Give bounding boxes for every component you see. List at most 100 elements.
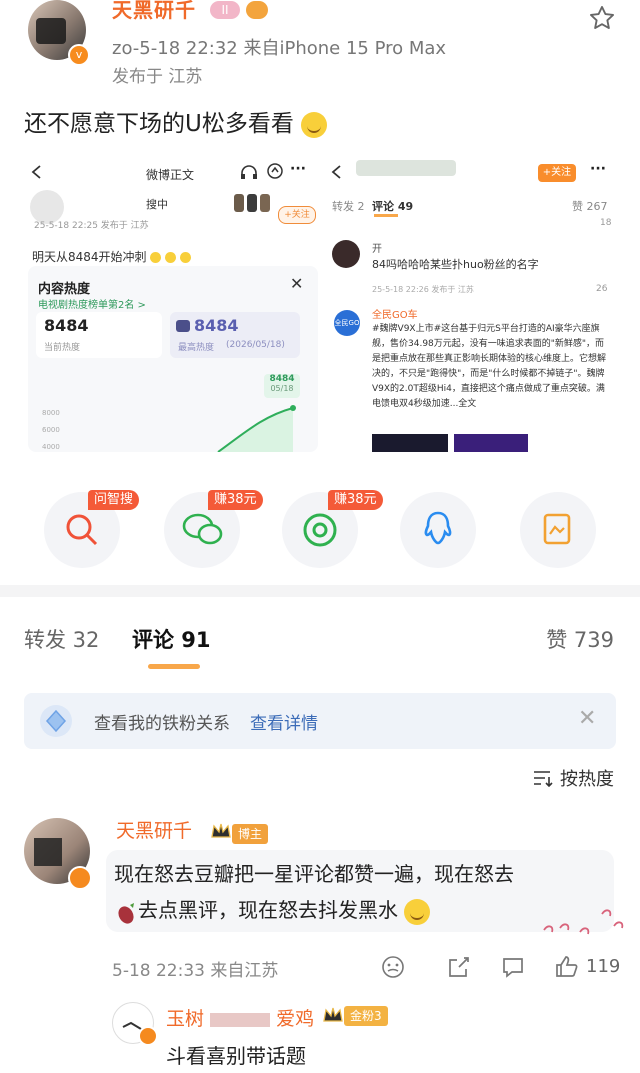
- headphones-icon: [241, 165, 257, 179]
- reply-author-blurred: [210, 1012, 271, 1027]
- current-heat-value: 8484: [44, 316, 89, 335]
- verified-badge-icon: v: [68, 44, 90, 66]
- comment-text-line1: 现在怒去豆瓣把一星评论都赞一遍，现在怒去: [114, 862, 514, 886]
- back-arrow-icon: [31, 165, 41, 179]
- comment1-text: 84吗哈哈哈某些扑huo粉丝的名字: [372, 258, 539, 271]
- heat-trend-chart: [217, 405, 296, 452]
- sort-label: 按热度: [560, 769, 614, 790]
- crown-icon: [211, 823, 231, 838]
- y-tick: 4000: [42, 443, 60, 451]
- heat-trend-area: [218, 408, 293, 452]
- embedded-image-right[interactable]: +关注 ··· 转发 2 评论 49 赞 267 18 开 84吗哈哈哈某些扑h…: [326, 156, 616, 452]
- chart-tooltip-value: 8484: [269, 374, 295, 384]
- qq-share-button[interactable]: [400, 492, 476, 568]
- more-icon: ···: [590, 161, 606, 177]
- qq-icon: [424, 511, 452, 545]
- repost-tab: 转发 2: [332, 200, 365, 213]
- left-post-body-text: 明天从8484开始冲刺: [32, 250, 147, 264]
- peak-heat-box: 8484 最高热度 (2026/05/18): [170, 312, 300, 358]
- likes-count: 赞 267: [572, 200, 608, 213]
- post-text-content: 还不愿意下场的U松多看看: [24, 111, 294, 137]
- comment-text-line2: 去点黑评，现在怒去抖发黑水: [138, 898, 398, 922]
- share-icon[interactable]: [446, 954, 472, 980]
- hearts-sticker-icon: [543, 909, 624, 935]
- left-post-body: 明天从8484开始冲刺: [32, 248, 192, 265]
- fan-level-badge: 金粉3: [344, 1006, 388, 1026]
- wechat-tag: 赚38元: [208, 490, 263, 510]
- account-line: 搜中: [146, 198, 168, 211]
- embedded-image-left[interactable]: 微博正文 ··· 搜中 +关注 25-5-18 22:25 发布于 江苏 明天从…: [28, 156, 318, 452]
- reply-author-head: 玉树: [166, 1008, 205, 1030]
- emoji-react-icon[interactable]: [380, 954, 406, 980]
- comment1-name: 开: [372, 244, 382, 255]
- back-arrow-icon: [331, 165, 341, 179]
- peak-heat-date: (2026/05/18): [226, 340, 285, 350]
- account-meta: 25-5-18 22:25 发布于 江苏: [34, 221, 149, 231]
- comment1-meta: 25-5-18 22:26 发布于 江苏: [372, 285, 474, 294]
- fan-badge-icon: [246, 1, 268, 19]
- like-icon[interactable]: [554, 954, 580, 980]
- favorite-star-icon[interactable]: [588, 4, 616, 32]
- smile-emoji-icon: [301, 111, 328, 138]
- comment-tab: 评论 49: [372, 200, 414, 213]
- comment1-avatar: [332, 240, 360, 268]
- nav-title: 微博正文: [146, 168, 195, 182]
- peak-heat-label: 最高热度: [178, 343, 215, 353]
- chart-tooltip-date: 05/18: [270, 384, 294, 393]
- comment2-avatar: 全民GO车: [334, 310, 360, 353]
- author-name[interactable]: 天黑研千: [112, 0, 196, 23]
- current-heat-box: 8484 当前热度: [36, 312, 162, 358]
- close-icon[interactable]: ✕: [578, 706, 596, 731]
- emoji-icon: [180, 252, 192, 263]
- comment1-likes: 26: [596, 284, 608, 294]
- comment-author[interactable]: 天黑研千: [116, 816, 192, 843]
- smile-emoji-icon: [404, 898, 431, 925]
- wenzhisou-tag: 问智搜: [88, 490, 140, 510]
- tab-underline: [374, 214, 398, 217]
- sweet-potato-emoji-icon: [114, 900, 138, 924]
- reply-text: 斗看喜别带话题: [166, 1044, 306, 1068]
- post-text: 还不愿意下场的U松多看看: [24, 104, 328, 138]
- heat-title: 内容热度: [38, 282, 91, 297]
- comment2-image: [454, 434, 528, 452]
- reply-author-tail: 爱鸡: [276, 1008, 315, 1030]
- iron-fans-bar[interactable]: 查看我的铁粉关系 查看详情 ✕: [24, 693, 616, 749]
- diamond-badge-icon: [40, 705, 72, 737]
- comment2-text: #魏牌V9X上市#这台基于归元S平台打造的AI豪华六座旗舰，售价34.98万元起…: [372, 324, 607, 409]
- comment-text: 现在怒去豆瓣把一星评论都赞一遍，现在怒去 去点黑评，现在怒去抖发黑水: [114, 856, 604, 928]
- heat-trend-point: [290, 405, 296, 411]
- tab-like[interactable]: 赞 739: [546, 624, 614, 654]
- moments-tag: 赚38元: [328, 490, 383, 510]
- user-badges: II: [210, 0, 268, 20]
- section-divider: [0, 585, 640, 597]
- iron-fans-link[interactable]: 查看详情: [250, 709, 318, 734]
- verified-badge-icon: [138, 1026, 158, 1046]
- top-comment-likes: 18: [600, 218, 612, 228]
- active-tab-underline: [148, 664, 200, 669]
- tab-repost[interactable]: 转发 32: [24, 624, 99, 654]
- reply-author[interactable]: 玉树 爱鸡: [166, 1004, 314, 1031]
- peak-icon: [176, 320, 190, 332]
- share-icon: [267, 163, 283, 179]
- author-badge: 博主: [232, 824, 269, 844]
- moments-icon: [303, 513, 337, 547]
- sort-icon: [534, 771, 553, 788]
- iron-fans-text: 查看我的铁粉关系: [94, 714, 230, 734]
- crown-icon: [323, 1007, 343, 1022]
- save-image-button[interactable]: [520, 492, 596, 568]
- comment2-name: 全民GO车: [372, 310, 418, 321]
- sort-by-heat[interactable]: 按热度: [532, 765, 614, 791]
- account-name-blurred: [356, 160, 456, 176]
- comment-icon[interactable]: [500, 954, 526, 980]
- vip-level-badge: II: [210, 1, 240, 19]
- comment-text-line2-wrap: 去点黑评，现在怒去抖发黑水: [114, 892, 604, 928]
- wechat-icon: [182, 513, 223, 545]
- heat-card: 内容热度 电视剧热度榜单第2名 > ✕ 8484 当前热度 8484 最高热度 …: [28, 266, 318, 452]
- y-tick: 8000: [42, 409, 60, 417]
- y-tick: 6000: [42, 426, 60, 434]
- comment-meta: 5-18 22:33 来自江苏: [112, 961, 279, 981]
- post-time-device: zo-5-18 22:32 来自iPhone 15 Pro Max: [112, 38, 447, 59]
- tab-comment[interactable]: 评论 91: [132, 624, 211, 654]
- search-ai-icon: [66, 514, 98, 546]
- post-location: 发布于 江苏: [112, 67, 203, 87]
